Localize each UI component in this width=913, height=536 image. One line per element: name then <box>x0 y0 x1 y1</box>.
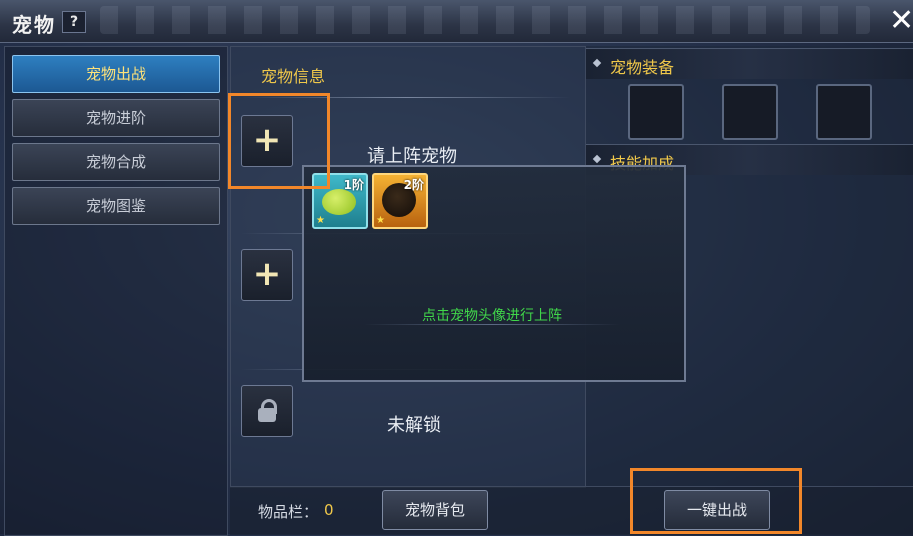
plus-icon: + <box>252 254 282 294</box>
inventory-count: 0 <box>324 501 334 519</box>
pet-bag-button[interactable]: 宠物背包 <box>382 490 488 530</box>
pet-slot-2-add-button[interactable]: + <box>241 249 293 301</box>
star-icon: ★ <box>376 215 385 226</box>
equipment-slot-2[interactable] <box>722 84 778 140</box>
pet-avatar-2[interactable]: 2阶 ★ <box>372 173 428 229</box>
tab-pet-collection[interactable]: 宠物图鉴 <box>12 187 220 225</box>
lock-body <box>258 408 276 422</box>
equipment-header: 宠物装备 <box>586 48 913 79</box>
pet-info-title: 宠物信息 <box>261 67 326 86</box>
diamond-icon <box>592 58 602 68</box>
tab-pet-advance[interactable]: 宠物进阶 <box>12 99 220 137</box>
help-button[interactable]: ? <box>62 11 86 33</box>
highlight-box <box>630 468 802 534</box>
pet-slot-3-locked <box>241 385 293 437</box>
equipment-title: 宠物装备 <box>610 58 675 77</box>
pet-rank: 1阶 <box>343 178 364 192</box>
close-icon[interactable]: ✕ <box>889 6 913 36</box>
highlight-box <box>228 93 330 189</box>
deploy-hint: 点击宠物头像进行上阵 <box>422 308 562 324</box>
sidebar: 宠物出战 宠物进阶 宠物合成 宠物图鉴 <box>4 46 228 536</box>
inventory-label: 物品栏： <box>258 503 319 521</box>
star-icon: ★ <box>316 215 325 226</box>
tab-pet-battle[interactable]: 宠物出战 <box>12 55 220 93</box>
pet-select-popup: 1阶 ★ 2阶 ★ 点击宠物头像进行上阵 <box>302 165 686 382</box>
tab-pet-combine[interactable]: 宠物合成 <box>12 143 220 181</box>
title-bar: 宠物 ? ✕ <box>0 0 913 43</box>
pet-rank: 2阶 <box>403 178 424 192</box>
bottom-bar: 物品栏： 0 宠物背包 一键出战 <box>230 486 913 535</box>
diamond-icon <box>592 154 602 164</box>
hint-divider <box>364 324 620 325</box>
window-title: 宠物 <box>12 13 56 37</box>
slot-3-label: 未解锁 <box>387 415 441 436</box>
equipment-slot-3[interactable] <box>816 84 872 140</box>
title-ornament <box>100 6 870 34</box>
equipment-slot-1[interactable] <box>628 84 684 140</box>
